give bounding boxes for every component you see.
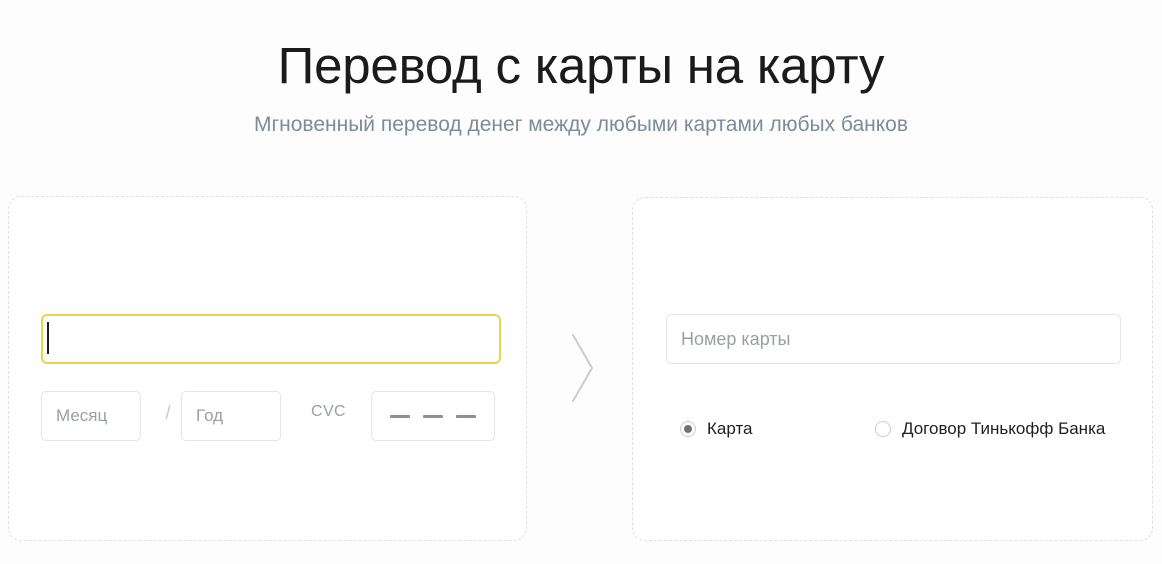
chevron-right-icon — [566, 330, 600, 406]
recipient-type-radio-group: Карта Договор Тинькофф Банка — [666, 416, 1136, 442]
cvc-label: CVC — [311, 403, 346, 420]
cvc-dash-2 — [422, 414, 443, 418]
target-card-number-input[interactable] — [666, 314, 1121, 364]
expiry-month-input[interactable] — [41, 391, 141, 441]
radio-label-contract: Договор Тинькофф Банка — [902, 419, 1106, 438]
source-card-panel: / CVC — [8, 196, 527, 541]
radio-icon-card[interactable] — [680, 421, 696, 437]
cvc-dash-1 — [390, 414, 411, 418]
expiry-year-input[interactable] — [181, 391, 281, 441]
expiry-separator: / — [165, 403, 171, 424]
radio-icon-contract[interactable] — [875, 421, 891, 437]
source-card-number-input[interactable] — [41, 314, 501, 364]
radio-label-card: Карта — [707, 419, 753, 438]
target-card-panel: Карта Договор Тинькофф Банка — [632, 197, 1153, 541]
cvc-dash-3 — [455, 414, 476, 418]
radio-option-contract[interactable]: Договор Тинькофф Банка — [875, 416, 1105, 442]
page-subtitle: Мгновенный перевод денег между любыми ка… — [253, 113, 908, 136]
text-caret — [47, 322, 49, 354]
cvc-input[interactable] — [371, 391, 495, 441]
page-title: Перевод с карты на карту — [277, 37, 885, 94]
radio-option-card[interactable]: Карта — [680, 416, 753, 442]
